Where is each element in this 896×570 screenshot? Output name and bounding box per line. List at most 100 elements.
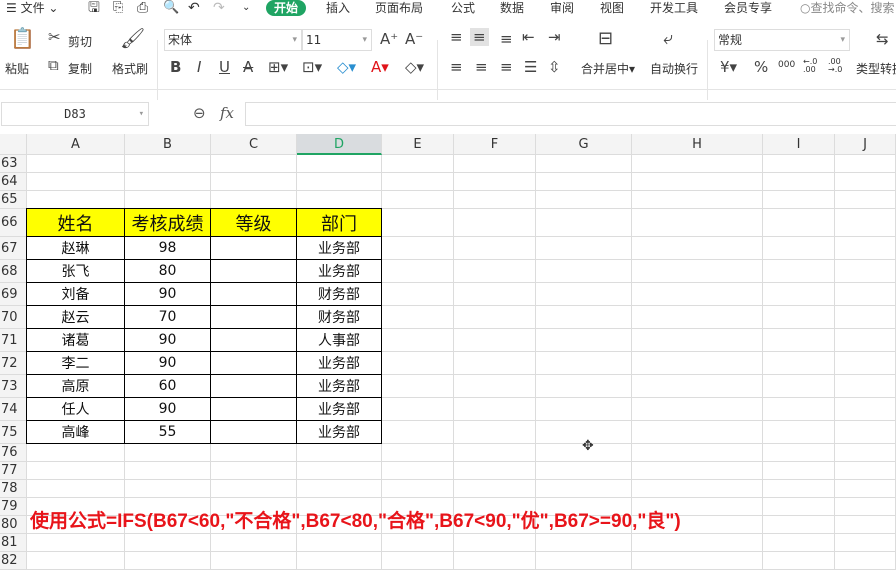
table-cell[interactable]: 业务部 [296, 351, 382, 375]
row-header-69[interactable]: 69 [0, 283, 27, 306]
cell-F78[interactable] [454, 480, 536, 498]
cell-F82[interactable] [454, 552, 536, 570]
cell-B63[interactable] [125, 155, 211, 173]
cell-F73[interactable] [454, 375, 536, 398]
cell-H68[interactable] [632, 260, 763, 283]
cut-button[interactable]: 剪切 [68, 33, 92, 50]
table-cell[interactable]: 任人 [26, 397, 125, 421]
cell-H73[interactable] [632, 375, 763, 398]
cell-A65[interactable] [27, 191, 125, 209]
cell-H72[interactable] [632, 352, 763, 375]
cell-G70[interactable] [536, 306, 632, 329]
cell-H64[interactable] [632, 173, 763, 191]
decrease-font-icon[interactable]: A⁻ [405, 30, 423, 48]
table-cell[interactable] [210, 328, 297, 352]
cell-C81[interactable] [211, 534, 297, 552]
print-icon[interactable]: ⎙ [137, 0, 148, 16]
cell-H65[interactable] [632, 191, 763, 209]
table-cell[interactable]: 90 [124, 328, 211, 352]
header-cell[interactable]: 部门 [296, 208, 382, 237]
cell-B78[interactable] [125, 480, 211, 498]
table-cell[interactable]: 人事部 [296, 328, 382, 352]
table-cell[interactable]: 诸葛 [26, 328, 125, 352]
row-header-78[interactable]: 78 [0, 480, 27, 498]
cell-G82[interactable] [536, 552, 632, 570]
tab-page-layout[interactable]: 页面布局 [375, 0, 423, 16]
cell-J79[interactable] [835, 498, 896, 516]
cell-J81[interactable] [835, 534, 896, 552]
table-cell[interactable]: 刘备 [26, 282, 125, 306]
fill-color-icon[interactable]: ◇▾ [337, 58, 356, 76]
copy-button[interactable]: 复制 [68, 60, 92, 77]
file-menu[interactable]: ☰ 文件 ⌄ [6, 0, 58, 16]
table-cell[interactable] [210, 374, 297, 398]
cell-H67[interactable] [632, 237, 763, 260]
cell-C82[interactable] [211, 552, 297, 570]
column-header-E[interactable]: E [382, 134, 454, 155]
table-cell[interactable]: 高原 [26, 374, 125, 398]
header-cell[interactable]: 等级 [210, 208, 297, 237]
table-cell[interactable]: 业务部 [296, 420, 382, 444]
cell-C78[interactable] [211, 480, 297, 498]
cell-H77[interactable] [632, 462, 763, 480]
italic-icon[interactable]: I [197, 58, 201, 76]
cell-E74[interactable] [382, 398, 454, 421]
clear-icon[interactable]: ◇▾ [405, 58, 424, 76]
cell-A81[interactable] [27, 534, 125, 552]
table-cell[interactable]: 70 [124, 305, 211, 329]
tab-home[interactable]: 开始 [266, 0, 307, 16]
align-top-icon[interactable]: ≡ [450, 28, 463, 46]
row-header-79[interactable]: 79 [0, 498, 27, 516]
row-header-73[interactable]: 73 [0, 375, 27, 398]
tab-formulas[interactable]: 公式 [451, 0, 475, 16]
cell-G77[interactable] [536, 462, 632, 480]
export-icon[interactable]: ⎘ [113, 0, 123, 16]
spreadsheet-grid[interactable]: A B C D E F G H I J 63 64 65 66 姓名 考核成绩 等级 部门 67 赵琳 98 业务部 68 张… [0, 134, 896, 570]
cell-J69[interactable] [835, 283, 896, 306]
cell-C77[interactable] [211, 462, 297, 480]
cell-G73[interactable] [536, 375, 632, 398]
cell-J77[interactable] [835, 462, 896, 480]
cell-F71[interactable] [454, 329, 536, 352]
table-cell[interactable]: 90 [124, 397, 211, 421]
cell-G72[interactable] [536, 352, 632, 375]
cell-B82[interactable] [125, 552, 211, 570]
column-header-F[interactable]: F [454, 134, 536, 155]
decrease-decimal-button[interactable]: .00 →.0 [828, 58, 846, 74]
cell-F70[interactable] [454, 306, 536, 329]
cell-G69[interactable] [536, 283, 632, 306]
tab-developer[interactable]: 开发工具 [650, 0, 698, 16]
cell-H69[interactable] [632, 283, 763, 306]
cell-F75[interactable] [454, 421, 536, 444]
indent-decrease-icon[interactable]: ⇤ [522, 28, 535, 46]
cell-E73[interactable] [382, 375, 454, 398]
cell-I63[interactable] [763, 155, 835, 173]
cell-H75[interactable] [632, 421, 763, 444]
cell-G74[interactable] [536, 398, 632, 421]
cell-A64[interactable] [27, 173, 125, 191]
cell-B64[interactable] [125, 173, 211, 191]
number-format-select[interactable]: 常规 ▾ [714, 29, 850, 51]
cell-E72[interactable] [382, 352, 454, 375]
cell-J73[interactable] [835, 375, 896, 398]
cell-J63[interactable] [835, 155, 896, 173]
tab-view[interactable]: 视图 [600, 0, 624, 16]
increase-font-icon[interactable]: A⁺ [380, 30, 398, 48]
tab-data[interactable]: 数据 [500, 0, 524, 16]
row-header-65[interactable]: 65 [0, 191, 27, 209]
cell-I78[interactable] [763, 480, 835, 498]
table-cell[interactable]: 业务部 [296, 374, 382, 398]
cell-D77[interactable] [297, 462, 382, 480]
cell-J80[interactable] [835, 516, 896, 534]
align-bottom-icon[interactable]: ≡ [500, 30, 513, 48]
table-cell[interactable] [210, 305, 297, 329]
cell-I82[interactable] [763, 552, 835, 570]
cell-B81[interactable] [125, 534, 211, 552]
cell-J75[interactable] [835, 421, 896, 444]
row-header-67[interactable]: 67 [0, 237, 27, 260]
cell-F65[interactable] [454, 191, 536, 209]
cell-F63[interactable] [454, 155, 536, 173]
row-header-81[interactable]: 81 [0, 534, 27, 552]
cell-I80[interactable] [763, 516, 835, 534]
tab-review[interactable]: 审阅 [550, 0, 574, 16]
